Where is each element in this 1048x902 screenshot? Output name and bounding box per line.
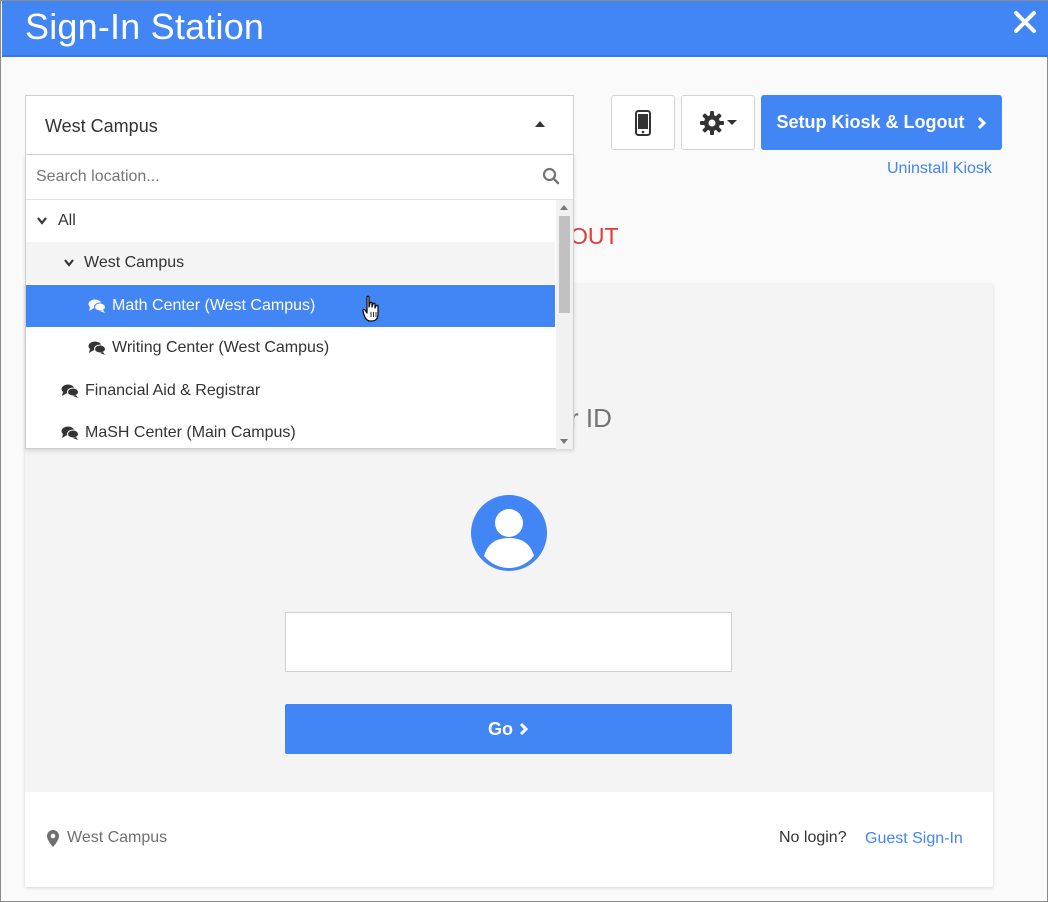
go-button[interactable]: Go bbox=[285, 704, 732, 754]
close-icon[interactable] bbox=[1012, 9, 1038, 35]
scroll-down-arrow-icon[interactable] bbox=[560, 439, 568, 444]
search-icon bbox=[542, 167, 560, 185]
map-marker-icon bbox=[47, 829, 59, 847]
guest-sign-in-link[interactable]: Guest Sign-In bbox=[865, 830, 963, 848]
location-select-value: West Campus bbox=[45, 116, 158, 136]
setup-kiosk-logout-button[interactable]: Setup Kiosk & Logout bbox=[761, 95, 1002, 150]
caret-up-icon bbox=[535, 121, 545, 127]
dropdown-scrollbar[interactable] bbox=[556, 200, 573, 449]
tree-item-label: Math Center (West Campus) bbox=[112, 297, 316, 314]
scroll-up-arrow-icon[interactable] bbox=[560, 205, 568, 210]
caret-down-icon bbox=[727, 119, 737, 125]
comments-icon bbox=[61, 426, 79, 440]
tree-item-financial-aid[interactable]: Financial Aid & Registrar bbox=[26, 370, 555, 412]
mobile-mode-button[interactable] bbox=[611, 95, 675, 150]
tree-item-label: MaSH Center (Main Campus) bbox=[85, 424, 296, 441]
go-button-label: Go bbox=[488, 718, 513, 739]
no-login-text: No login? bbox=[779, 829, 847, 846]
chevron-down-icon bbox=[64, 259, 74, 267]
location-tree: All West Campus Math Center (West Campus… bbox=[26, 200, 555, 449]
tree-item-label: West Campus bbox=[84, 254, 185, 271]
tree-item-all[interactable]: All bbox=[26, 200, 555, 242]
title-bar: Sign-In Station bbox=[2, 1, 1048, 57]
tree-item-west-campus[interactable]: West Campus bbox=[26, 242, 555, 284]
chevron-right-icon bbox=[977, 116, 986, 129]
comments-icon bbox=[88, 341, 106, 355]
mobile-phone-icon bbox=[635, 109, 651, 136]
scrollbar-thumb[interactable] bbox=[559, 216, 570, 313]
comments-icon bbox=[61, 384, 79, 398]
settings-menu-button[interactable] bbox=[681, 95, 755, 150]
footer-location: West Campus bbox=[47, 829, 167, 847]
comments-icon bbox=[88, 299, 106, 313]
window-title: Sign-In Station bbox=[25, 6, 265, 47]
chevron-down-icon bbox=[37, 217, 47, 225]
sign-in-station-window: Sign-In Station OUT r ID Go West Campus … bbox=[0, 0, 1048, 902]
chevron-right-icon bbox=[519, 722, 529, 736]
location-search bbox=[26, 155, 573, 200]
sign-out-heading-fragment: OUT bbox=[570, 223, 619, 249]
location-dropdown: All West Campus Math Center (West Campus… bbox=[25, 154, 574, 449]
tree-item-math-center[interactable]: Math Center (West Campus) bbox=[26, 285, 555, 327]
location-select[interactable]: West Campus bbox=[25, 95, 574, 155]
id-input[interactable] bbox=[285, 612, 732, 672]
location-search-input[interactable] bbox=[26, 155, 526, 199]
uninstall-kiosk-link[interactable]: Uninstall Kiosk bbox=[887, 160, 992, 178]
tree-item-label: Writing Center (West Campus) bbox=[112, 339, 330, 356]
user-avatar-icon bbox=[470, 494, 548, 572]
tree-item-mash-center[interactable]: MaSH Center (Main Campus) bbox=[26, 412, 555, 449]
tree-item-writing-center[interactable]: Writing Center (West Campus) bbox=[26, 327, 555, 369]
footer-location-label: West Campus bbox=[67, 829, 168, 846]
tree-item-label: Financial Aid & Registrar bbox=[85, 382, 261, 399]
card-footer bbox=[25, 792, 993, 887]
enter-id-prompt-fragment: r ID bbox=[570, 403, 612, 433]
tree-item-label: All bbox=[58, 212, 76, 229]
setup-kiosk-logout-label: Setup Kiosk & Logout bbox=[776, 112, 965, 132]
gear-icon bbox=[700, 110, 724, 135]
